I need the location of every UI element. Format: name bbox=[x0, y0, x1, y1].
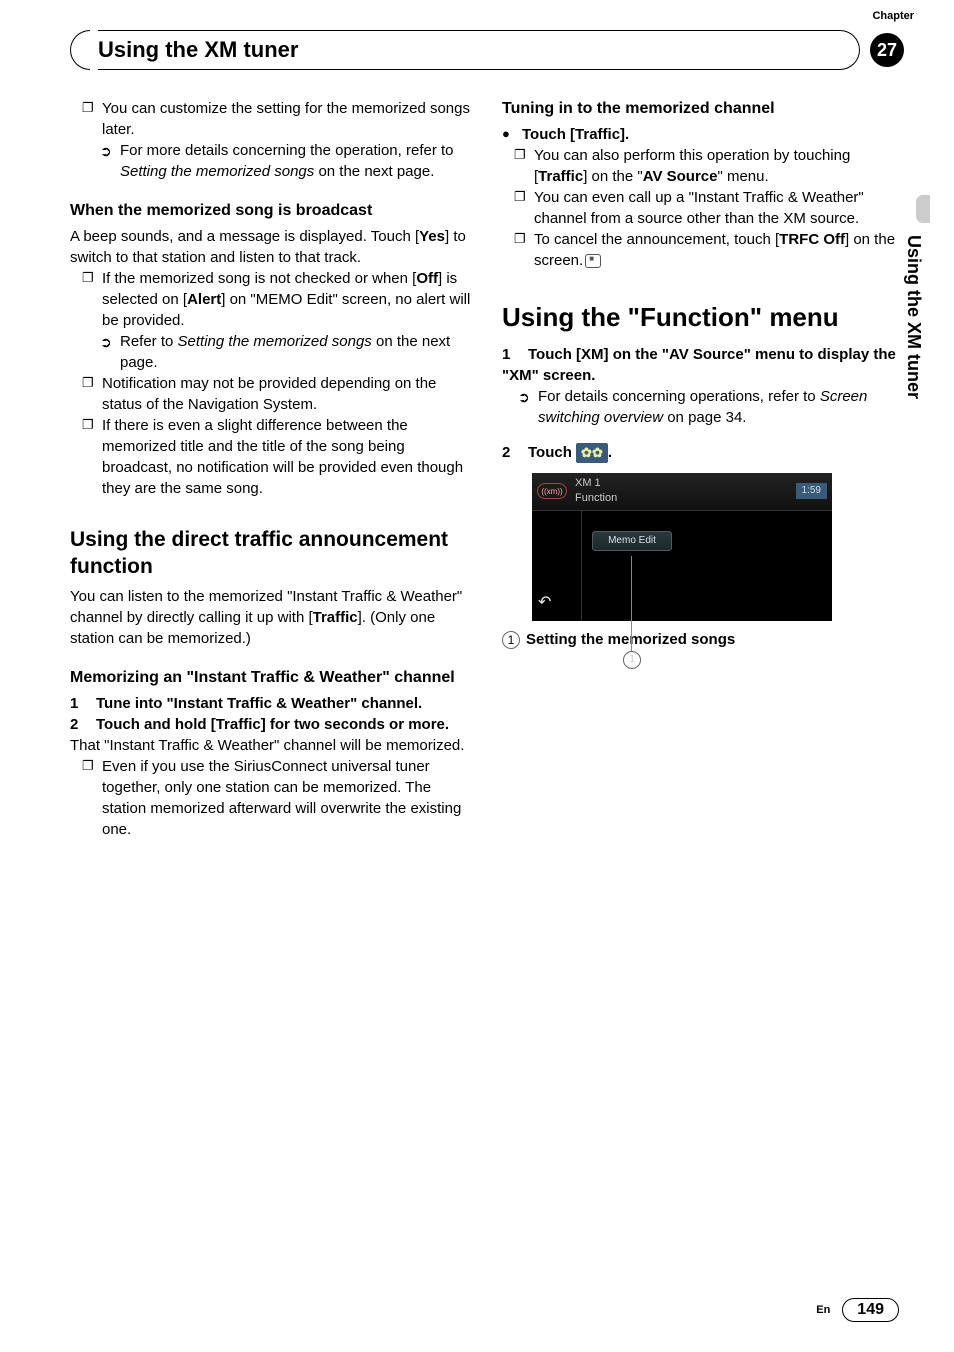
ss-menu: Function bbox=[575, 491, 617, 506]
title-line: Using the XM tuner bbox=[98, 30, 840, 70]
step-1: 1Tune into "Instant Traffic & Weather" c… bbox=[70, 693, 472, 714]
ui-label: Yes bbox=[419, 228, 445, 245]
page-footer: En 149 bbox=[816, 1298, 899, 1322]
ss-memo-edit-tab: Memo Edit bbox=[592, 531, 672, 551]
menu-name: Function bbox=[640, 302, 750, 332]
chapter-number-badge: 27 bbox=[870, 33, 904, 67]
ui-label: Alert bbox=[187, 291, 221, 308]
text: For details concerning operations, refer… bbox=[538, 388, 820, 405]
callout-number-1: 1 bbox=[623, 651, 641, 669]
subheading: When the memorized song is broadcast bbox=[70, 200, 472, 222]
back-arrow-icon: ↶ bbox=[538, 592, 575, 614]
step-text: Touch [XM] on the "AV Source" menu to di… bbox=[502, 346, 896, 384]
side-chapter-text: Using the XM tuner bbox=[903, 235, 924, 399]
reference: For details concerning operations, refer… bbox=[502, 386, 904, 428]
ss-source: XM 1 bbox=[575, 476, 617, 491]
paragraph: You can listen to the memorized "Instant… bbox=[70, 586, 472, 649]
right-column: Tuning in to the memorized channel Touch… bbox=[502, 98, 904, 840]
chapter-title: Using the XM tuner bbox=[98, 37, 298, 63]
xm-logo-icon: ((xm)) bbox=[537, 483, 567, 499]
note: If there is even a slight difference bet… bbox=[70, 415, 472, 499]
subheading: Memorizing an "Instant Traffic & Weather… bbox=[70, 667, 472, 689]
step-1: 1Touch [XM] on the "AV Source" menu to d… bbox=[502, 344, 904, 386]
ref-title: Setting the memorized songs bbox=[120, 163, 314, 180]
step-text: Touch bbox=[528, 444, 576, 461]
text: Using the " bbox=[502, 302, 640, 332]
language-label: En bbox=[816, 1304, 830, 1316]
callout-badge: 1 bbox=[502, 631, 520, 649]
step-text: Tune into "Instant Traffic & Weather" ch… bbox=[96, 695, 422, 712]
text: on the next page. bbox=[314, 163, 434, 180]
function-icon: ✿✿ bbox=[576, 443, 608, 463]
page-number: 149 bbox=[842, 1298, 899, 1322]
ss-main: Memo Edit 1 bbox=[582, 511, 832, 621]
note: You can also perform this operation by t… bbox=[502, 145, 904, 187]
chapter-header: Using the XM tuner Chapter 27 bbox=[70, 30, 904, 70]
ui-label: TRFC Off bbox=[779, 231, 845, 248]
title-arc-right bbox=[840, 30, 860, 70]
ui-label: Off bbox=[416, 270, 438, 287]
text: " menu. bbox=[717, 168, 768, 185]
section-heading: Using the direct traffic announcement fu… bbox=[70, 527, 472, 580]
note: You can customize the setting for the me… bbox=[70, 98, 472, 140]
text: If the memorized song is not checked or … bbox=[102, 270, 416, 287]
ss-topbar: ((xm)) XM 1 Function 1:59 bbox=[532, 473, 832, 511]
paragraph: A beep sounds, and a message is displaye… bbox=[70, 226, 472, 268]
subheading: Tuning in to the memorized channel bbox=[502, 98, 904, 120]
side-tab bbox=[916, 195, 930, 223]
left-column: You can customize the setting for the me… bbox=[70, 98, 472, 840]
step-text: Touch and hold [Traffic] for two seconds… bbox=[96, 716, 449, 733]
callout-legend: 1Setting the memorized songs bbox=[502, 629, 904, 650]
text: A beep sounds, and a message is displaye… bbox=[70, 228, 419, 245]
text: Refer to bbox=[120, 333, 178, 350]
ss-sidebar: ↶ bbox=[532, 511, 582, 621]
ss-source-label: XM 1 Function bbox=[575, 476, 617, 507]
title-arc-left bbox=[70, 30, 90, 70]
text: " menu bbox=[750, 302, 839, 332]
ref-title: Setting the memorized songs bbox=[178, 333, 372, 350]
text: For more details concerning the operatio… bbox=[120, 142, 454, 159]
main-heading: Using the "Function" menu bbox=[502, 299, 904, 335]
title-wrap: Using the XM tuner bbox=[70, 30, 860, 70]
ui-label: Traffic bbox=[313, 609, 358, 626]
end-section-icon bbox=[585, 254, 601, 268]
ss-clock: 1:59 bbox=[796, 483, 827, 499]
screen-illustration: ((xm)) XM 1 Function 1:59 ↶ Memo Edit 1 bbox=[532, 473, 832, 621]
ui-label: Traffic bbox=[538, 168, 583, 185]
step-2: 2Touch ✿✿. bbox=[502, 442, 904, 463]
ui-label: AV Source bbox=[643, 168, 718, 185]
content-columns: You can customize the setting for the me… bbox=[70, 98, 904, 840]
note: If the memorized song is not checked or … bbox=[70, 268, 472, 331]
text: on page 34. bbox=[663, 409, 746, 426]
action: Touch [Traffic]. bbox=[502, 124, 904, 145]
note: Even if you use the SiriusConnect univer… bbox=[70, 756, 472, 840]
text: ] on the " bbox=[583, 168, 643, 185]
ss-body: ↶ Memo Edit 1 bbox=[532, 511, 832, 621]
note: You can even call up a "Instant Traffic … bbox=[502, 187, 904, 229]
paragraph: That "Instant Traffic & Weather" channel… bbox=[70, 735, 472, 756]
reference: Refer to Setting the memorized songs on … bbox=[70, 331, 472, 373]
reference: For more details concerning the operatio… bbox=[70, 140, 472, 182]
step-2: 2Touch and hold [Traffic] for two second… bbox=[70, 714, 472, 735]
note: To cancel the announcement, touch [TRFC … bbox=[502, 229, 904, 271]
text: To cancel the announcement, touch [ bbox=[534, 231, 779, 248]
callout-line bbox=[631, 556, 632, 651]
chapter-label: Chapter bbox=[872, 10, 914, 22]
note: Notification may not be provided dependi… bbox=[70, 373, 472, 415]
